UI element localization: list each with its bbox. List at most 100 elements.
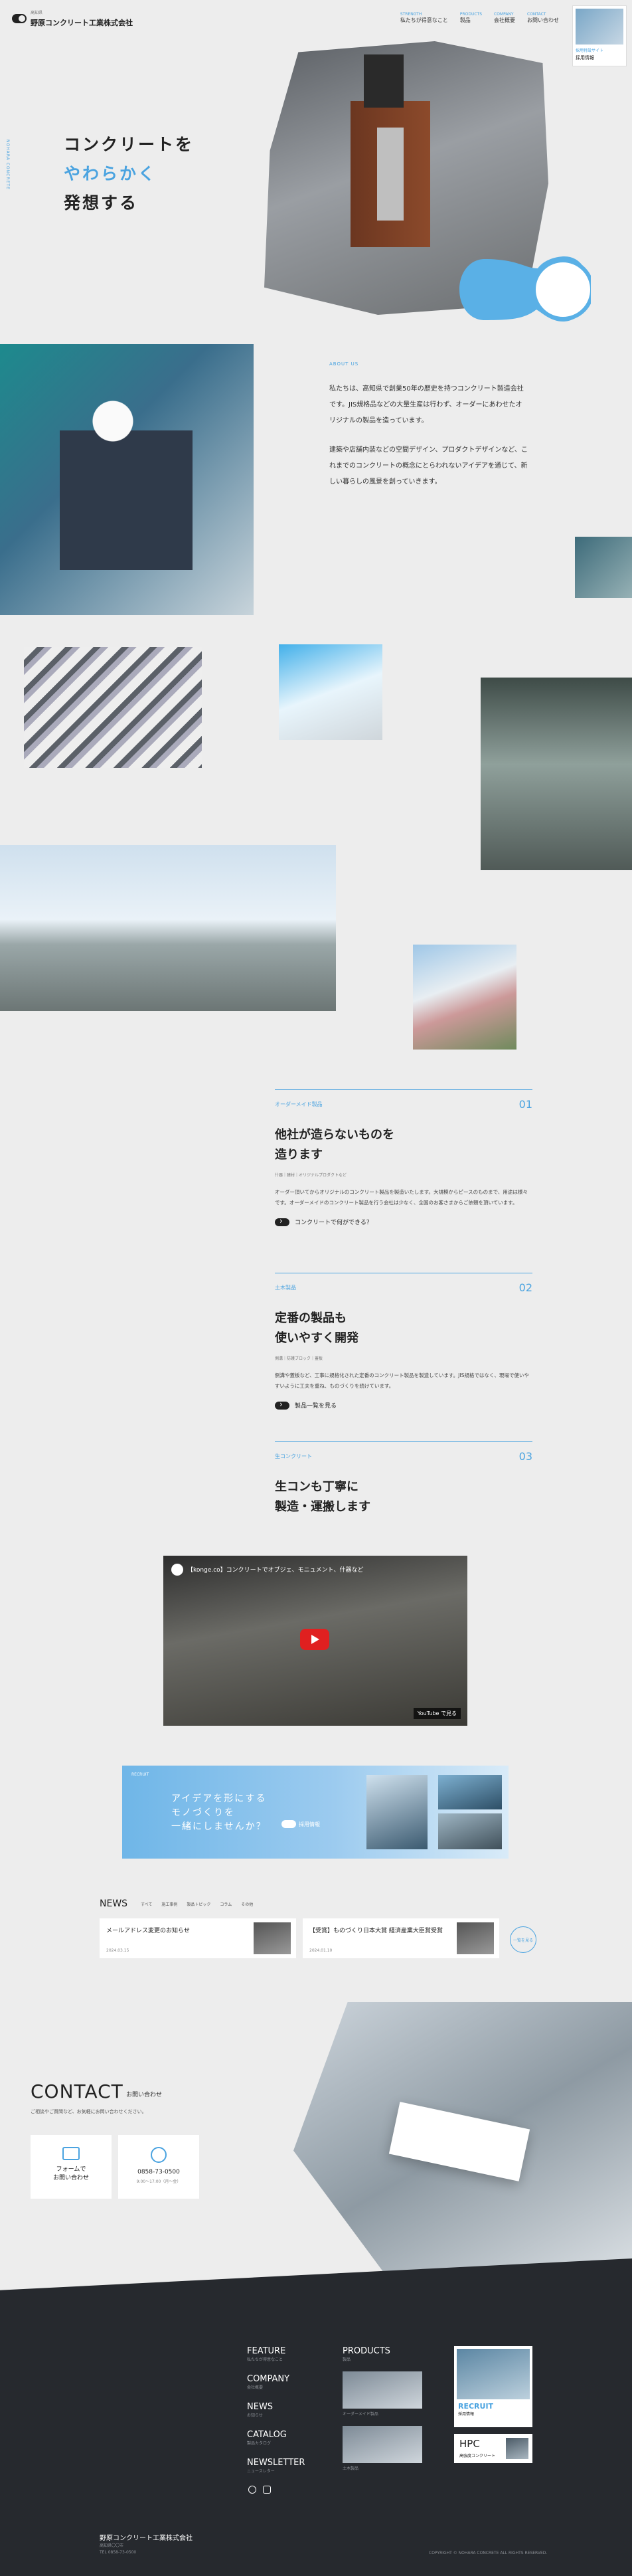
logo-sub: 高知県 xyxy=(31,11,43,15)
about-photo xyxy=(0,344,254,615)
product-thumb[interactable] xyxy=(343,2426,422,2463)
recruit-banner[interactable]: RECRUIT アイデアを形にする モノづくりを 一緒にしませんか？ 採用情報 xyxy=(122,1766,509,1859)
gallery-photo-factory xyxy=(481,678,632,870)
recruit-tile[interactable]: 採用特設サイト 採用情報 xyxy=(572,5,627,66)
footer xyxy=(0,2258,632,2576)
video-title: 【konge.co】コンクリートでオブジェ、モニュメント、什器など xyxy=(187,1567,364,1574)
arrow-icon xyxy=(275,1400,289,1410)
play-button[interactable] xyxy=(300,1629,329,1650)
feature-01: オーダーメイド製品 01 他社が造らないものを 造ります 什器｜建材｜オリジナルプロ… xyxy=(275,1089,532,1226)
global-nav: STRENGTH 私たちが得意なこと PRODUCTS 製品 COMPANY 会社概要… xyxy=(400,12,559,24)
recruit-tile-label: 採用特設サイト xyxy=(576,48,604,53)
nav-item-contact[interactable]: CONTACT お問い合わせ xyxy=(527,12,559,24)
feature-03: 生コンクリート 03 生コンも丁寧に 製造・運搬します xyxy=(275,1441,532,1517)
banner-photo xyxy=(366,1775,428,1849)
feature-number: 02 xyxy=(518,1281,532,1294)
feature-tags: 側溝｜防護ブロック｜蓋板 xyxy=(275,1356,323,1361)
about-text: 私たちは、高知県で創業50年の歴史を持つコンクリート製造会社です。JIS規格品な… xyxy=(329,385,528,486)
feature-desc: オーダー頂いてからオリジナルのコンクリート製品を製造いたします。大規模からピース… xyxy=(275,1189,528,1206)
news-tab[interactable]: すべて xyxy=(141,1901,152,1907)
contact-title: CONTACT xyxy=(31,2080,123,2102)
footer-hpc-card[interactable]: HPC 高強度コンクリート xyxy=(454,2434,532,2463)
feature-category: 土木製品 xyxy=(275,1285,296,1291)
news-tab[interactable]: その他 xyxy=(241,1901,253,1907)
channel-avatar xyxy=(171,1564,183,1576)
speaker-object xyxy=(351,54,430,247)
recruit-tile-title: 採用情報 xyxy=(576,55,594,60)
footer-nav-newsletter[interactable]: NEWSLETTER ニュースレター xyxy=(247,2458,305,2474)
feature-more-link[interactable]: 製品一覧を見る xyxy=(275,1400,532,1410)
logo-icon xyxy=(12,14,27,23)
footer-nav-news[interactable]: NEWS お知らせ xyxy=(247,2402,305,2418)
news-card[interactable]: 【受賞】ものづくり日本大賞 経済産業大臣賞受賞 2024.01.10 xyxy=(303,1918,499,1958)
news-card-title: 【受賞】ものづくり日本大賞 経済産業大臣賞受賞 xyxy=(309,1928,443,1934)
hero-copy: コンクリートを やわらかく 発想する xyxy=(64,135,195,213)
footer-address: 高知県〇〇市 TEL 0858-73-0500 xyxy=(100,2543,137,2555)
banner-photo xyxy=(438,1813,502,1849)
hpc-photo xyxy=(506,2438,528,2459)
footer-nav-company[interactable]: COMPANY 会社概要 xyxy=(247,2374,305,2390)
facebook-icon[interactable] xyxy=(248,2486,256,2494)
recruit-photo xyxy=(457,2349,530,2399)
gallery-photo-hand xyxy=(279,644,382,740)
news-tab[interactable]: 製品トピック xyxy=(187,1901,210,1907)
feature-number: 03 xyxy=(518,1450,532,1463)
arrow-icon xyxy=(275,1216,289,1226)
product-thumb[interactable] xyxy=(343,2371,422,2409)
footer-nav: FEATURE 私たちが得意なこと COMPANY 会社概要 NEWS お知らせ CA… xyxy=(247,2346,305,2486)
social-links xyxy=(248,2486,271,2494)
feature-category: 生コンクリート xyxy=(275,1453,312,1459)
footer-nav-feature[interactable]: FEATURE 私たちが得意なこと xyxy=(247,2346,305,2362)
watch-on-youtube[interactable]: YouTube で見る xyxy=(413,1708,461,1719)
gallery-photo-wall xyxy=(413,945,516,1050)
nav-item-strength[interactable]: STRENGTH 私たちが得意なこと xyxy=(400,12,448,24)
about-label: ABOUT US xyxy=(329,361,359,367)
footer-nav-catalog[interactable]: CATALOG 製品カタログ xyxy=(247,2430,305,2446)
feature-title: 他社が造らないものを 造ります xyxy=(275,1128,394,1162)
feature-title: 定番の製品も 使いやすく開発 xyxy=(275,1311,358,1345)
news-tab[interactable]: 施工事例 xyxy=(161,1901,177,1907)
news-card-date: 2024.01.10 xyxy=(309,1948,333,1953)
news-more-button[interactable]: 一覧を見る xyxy=(510,1926,536,1953)
contact-note: ご相談やご質問など、お気軽にお問い合わせください。 xyxy=(31,2109,147,2114)
news-card[interactable]: メールアドレス変更のお知らせ 2024.03.15 xyxy=(100,1918,296,1958)
feature-category: オーダーメイド製品 xyxy=(275,1101,323,1107)
contact-photo xyxy=(293,2002,632,2288)
footer-recruit-card[interactable]: RECRUIT 採用情報 xyxy=(454,2346,532,2427)
instagram-icon[interactable] xyxy=(263,2486,271,2494)
feature-tags: 什器｜建材｜オリジナルプロダクトなど xyxy=(275,1173,347,1178)
contact-tel-button[interactable]: 0858-73-0500 9:00〜17:00（月〜金） xyxy=(118,2135,199,2199)
banner-label: RECRUIT xyxy=(131,1772,149,1777)
nav-item-company[interactable]: COMPANY 会社概要 xyxy=(494,12,515,24)
vertical-label: NOHARA CONCRETE xyxy=(5,139,10,190)
feature-more-link[interactable]: コンクリートで何ができる？ xyxy=(275,1216,532,1226)
phone-icon xyxy=(151,2147,167,2163)
banner-button[interactable]: 採用情報 xyxy=(281,1820,320,1828)
copyright: COPYRIGHT © NOHARA CONCRETE ALL RIGHTS R… xyxy=(429,2551,548,2555)
feature-desc: 側溝や蓋板など、工事に規格化された定番のコンクリート製品を製造しています。JIS… xyxy=(275,1372,529,1389)
news-title: NEWS xyxy=(100,1898,128,1909)
gallery-photo-blocks xyxy=(24,647,202,768)
feature-number: 01 xyxy=(518,1098,532,1111)
nav-item-products[interactable]: PRODUCTS 製品 xyxy=(460,12,482,24)
banner-copy: アイデアを形にする モノづくりを 一緒にしませんか？ xyxy=(171,1794,267,1832)
news-card-date: 2024.03.15 xyxy=(106,1948,129,1953)
youtube-video[interactable]: 【konge.co】コンクリートでオブジェ、モニュメント、什器など YouTub… xyxy=(163,1556,467,1726)
site-logo[interactable]: 高知県 野原コンクリート工業株式会社 xyxy=(12,9,133,28)
footer-products: PRODUCTS 製品 オーダーメイド製品 土木製品 xyxy=(343,2346,422,2471)
recruit-photo xyxy=(576,9,623,45)
news-card-thumb xyxy=(254,1922,291,1954)
contact-sub: お問い合わせ xyxy=(126,2092,163,2098)
side-thumb-photo xyxy=(575,537,632,598)
feature-title: 生コンも丁寧に 製造・運搬します xyxy=(275,1480,370,1514)
gallery-photo-city xyxy=(0,845,336,1011)
contact-form-button[interactable]: フォームで お問い合わせ xyxy=(31,2135,112,2199)
news-tabs: すべて 施工事例 製品トピック コラム その他 xyxy=(141,1901,253,1907)
blue-blob-shape xyxy=(459,256,591,322)
feature-02: 土木製品 02 定番の製品も 使いやすく開発 側溝｜防護ブロック｜蓋板 側溝や蓋板な… xyxy=(275,1273,532,1410)
news-tab[interactable]: コラム xyxy=(220,1901,232,1907)
news-card-thumb xyxy=(457,1922,494,1954)
news-card-title: メールアドレス変更のお知らせ xyxy=(106,1928,190,1934)
banner-photo xyxy=(438,1775,502,1809)
logo-text: 野原コンクリート工業株式会社 xyxy=(31,19,133,27)
